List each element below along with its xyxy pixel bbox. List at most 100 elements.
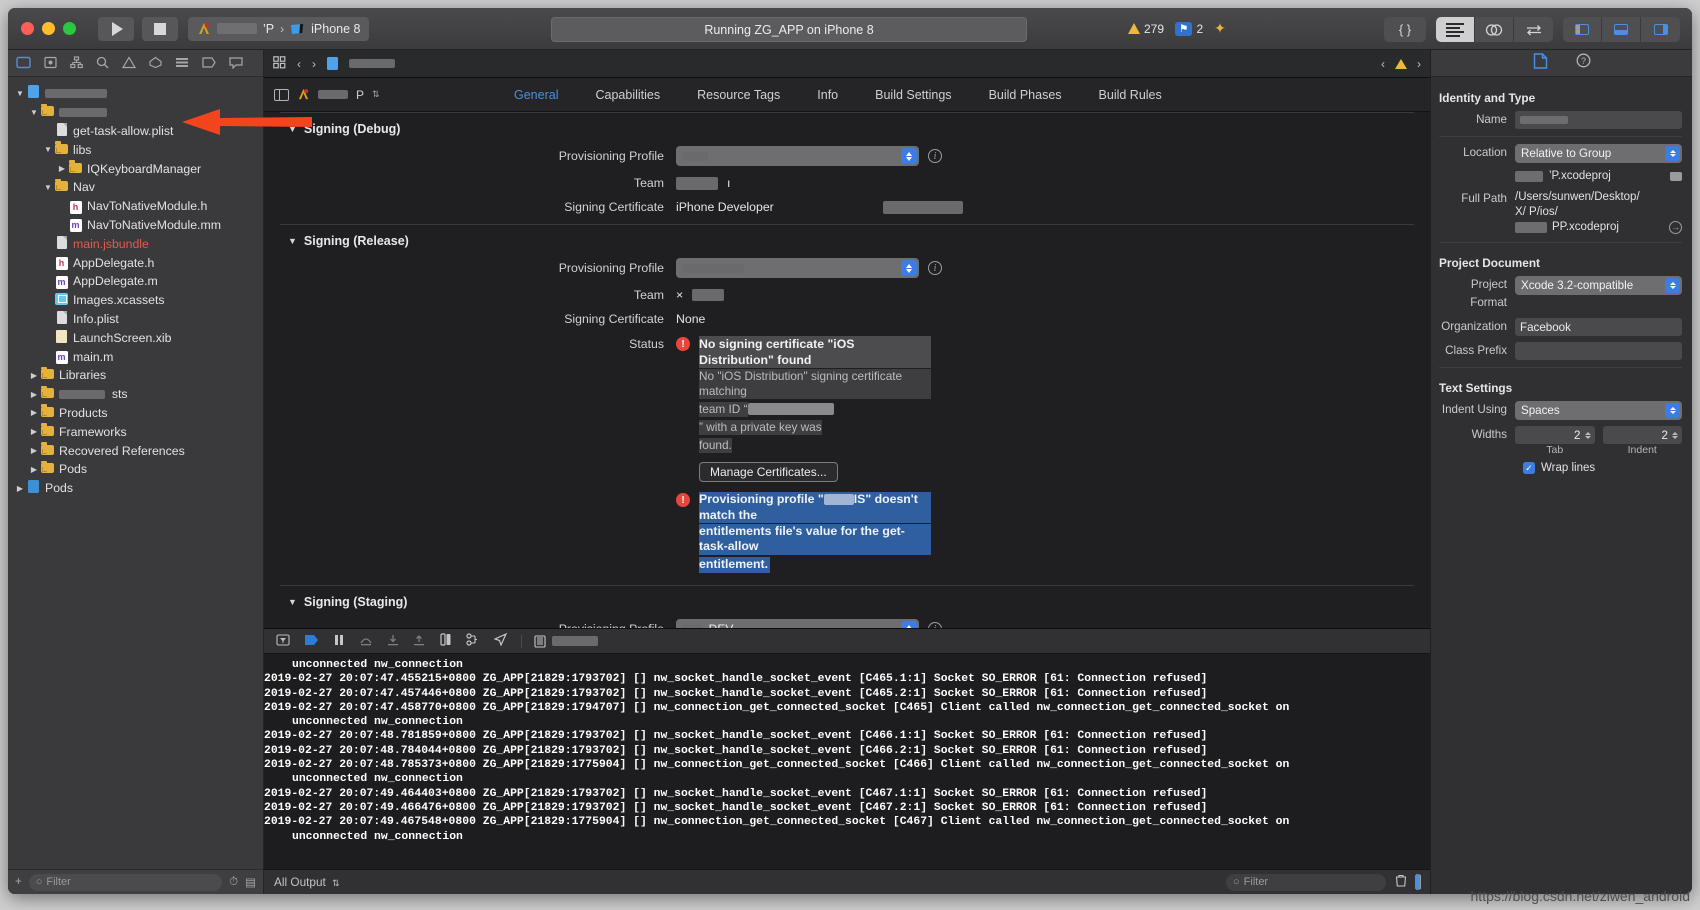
navigator-tab-issue[interactable] (121, 55, 137, 71)
wrap-lines-checkbox[interactable]: ✓ (1523, 462, 1535, 474)
go-forward-button[interactable]: › (312, 57, 316, 71)
inspector-organization-field[interactable]: Facebook (1515, 318, 1682, 336)
info-icon[interactable]: i (928, 149, 942, 163)
navigator-item[interactable]: ▼ (8, 84, 263, 103)
toggle-navigator-button[interactable] (1563, 17, 1602, 42)
navigator-tab-debug[interactable] (175, 56, 189, 71)
thread-selector[interactable] (521, 634, 598, 648)
navigator-item[interactable]: ▼ (8, 103, 263, 122)
disclosure-open-icon[interactable]: ▼ (42, 183, 54, 192)
navigator-tab-report[interactable] (229, 56, 243, 71)
tab-build-settings[interactable]: Build Settings (875, 88, 951, 102)
navigator-item-libraries[interactable]: ▶ Libraries (8, 366, 263, 385)
navigator-item-iqkeyboardmanager[interactable]: ▶ IQKeyboardManager (8, 159, 263, 178)
inspector-location-popup[interactable]: Relative to Group (1515, 144, 1682, 163)
inspector-indent-width-stepper[interactable]: 2 (1602, 426, 1682, 444)
tab-resource-tags[interactable]: Resource Tags (697, 88, 780, 102)
assistant-editor-button[interactable] (1475, 17, 1514, 42)
disclosure-closed-icon[interactable]: ▶ (28, 390, 40, 399)
add-file-icon[interactable]: + (15, 876, 22, 888)
go-back-button[interactable]: ‹ (297, 57, 301, 71)
navigator-item-recovered-references[interactable]: ▶ Recovered References (8, 441, 263, 460)
disclosure-closed-icon[interactable]: ▶ (56, 164, 68, 173)
tab-build-rules[interactable]: Build Rules (1099, 88, 1162, 102)
tab-build-phases[interactable]: Build Phases (989, 88, 1062, 102)
provisioning-profile-popup-debug[interactable] (676, 146, 919, 166)
navigator-tab-test[interactable] (149, 56, 162, 71)
project-editor-content[interactable]: ▼ Signing (Debug) Provisioning Profile i… (264, 112, 1430, 628)
toggle-debug-area-button[interactable] (1602, 17, 1641, 42)
view-debug-icon[interactable] (439, 633, 452, 649)
filter-icon[interactable] (276, 633, 290, 649)
console-filter-input[interactable]: ○ Filter (1226, 873, 1386, 891)
navigator-item-info-plist[interactable]: Info.plist (8, 310, 263, 329)
disclosure-closed-icon[interactable]: ▶ (28, 465, 40, 474)
navigator-item-main-jsbundle[interactable]: main.jsbundle (8, 234, 263, 253)
inspector-indent-using-popup[interactable]: Spaces (1515, 401, 1682, 420)
disclosure-open-icon[interactable]: ▼ (42, 145, 54, 154)
stepper-icon[interactable] (1583, 428, 1593, 442)
toggle-inspector-button[interactable] (1641, 17, 1680, 42)
location-icon[interactable] (493, 632, 508, 649)
section-header-signing-release[interactable]: ▼ Signing (Release) (264, 225, 1430, 256)
inspector-tab-file[interactable] (1533, 52, 1548, 74)
project-navigator-tree[interactable]: ▼ ▼ get-task-allow.plist ▼ libs ▶ IQKeyboardMa… (8, 77, 263, 869)
section-header-signing-debug[interactable]: ▼ Signing (Debug) (264, 113, 1430, 144)
project-target-selector[interactable]: P ⇅ (264, 88, 514, 102)
navigator-tab-breakpoint[interactable] (202, 56, 216, 71)
inspector-tab-quick-help[interactable]: ? (1576, 53, 1591, 73)
navigator-tab-source-control[interactable] (44, 56, 57, 71)
disclosure-closed-icon[interactable]: ▶ (28, 446, 40, 455)
inspector-project-format-popup[interactable]: Xcode 3.2-compatible (1515, 276, 1682, 295)
console-output[interactable]: unconnected nw_connection 2019-02-27 20:0… (264, 654, 1430, 869)
inspector-name-field[interactable] (1515, 111, 1682, 129)
previous-issue-button[interactable]: ‹ (1381, 57, 1385, 71)
pause-icon[interactable] (333, 634, 345, 649)
navigator-item-launchscreen-xib[interactable]: LaunchScreen.xib (8, 328, 263, 347)
memory-graph-icon[interactable] (466, 633, 480, 649)
navigator-item-appdelegate-h[interactable]: h AppDelegate.h (8, 253, 263, 272)
error-badge[interactable]: ⚑ 2 (1175, 21, 1203, 36)
disclosure-open-icon[interactable]: ▼ (28, 108, 40, 117)
reveal-in-finder-icon[interactable]: → (1669, 221, 1682, 234)
tab-general[interactable]: General (514, 88, 558, 102)
console-output-selector[interactable]: All Output ⇅ (274, 875, 340, 889)
navigator-item-pods[interactable]: ▶ Pods (8, 460, 263, 479)
inspector-tab-width-stepper[interactable]: 2 (1515, 426, 1595, 444)
navigator-item-navtonativemodule-h[interactable]: h NavToNativeModule.h (8, 197, 263, 216)
info-icon[interactable]: i (928, 622, 942, 628)
step-over-icon[interactable] (359, 634, 373, 649)
navigator-item-nav[interactable]: ▼ Nav (8, 178, 263, 197)
source-control-filter-icon[interactable]: ▤ (245, 875, 256, 889)
section-header-signing-staging[interactable]: ▼ Signing (Staging) (264, 586, 1430, 617)
run-button[interactable] (98, 16, 134, 41)
related-items-icon[interactable] (273, 55, 286, 72)
step-into-icon[interactable] (387, 634, 399, 649)
disclosure-closed-icon[interactable]: ▶ (28, 408, 40, 417)
navigator-item-get-task-allow-plist[interactable]: get-task-allow.plist (8, 122, 263, 141)
project-sidebar-toggle-icon[interactable] (274, 88, 289, 101)
info-icon[interactable]: i (928, 261, 942, 275)
show-console-view-button[interactable] (1418, 874, 1420, 890)
navigator-item-appdelegate-m[interactable]: m AppDelegate.m (8, 272, 263, 291)
navigator-item-main-m[interactable]: m main.m (8, 347, 263, 366)
provisioning-profile-popup-staging[interactable]: _DEV (676, 619, 919, 628)
navigator-tab-project[interactable] (16, 56, 31, 71)
inspector-row-wrap-lines[interactable]: ✓ Wrap lines (1431, 462, 1682, 474)
version-editor-button[interactable] (1514, 17, 1553, 42)
navigator-item-pods[interactable]: ▶ Pods (8, 479, 263, 498)
disclosure-closed-icon[interactable]: ▶ (14, 484, 26, 493)
tab-info[interactable]: Info (817, 88, 838, 102)
manage-certificates-button[interactable]: Manage Certificates... (699, 462, 838, 482)
stop-button[interactable] (142, 16, 178, 41)
disclosure-triangle-icon[interactable]: ▼ (288, 236, 297, 246)
warning-badge[interactable]: 279 (1128, 22, 1164, 36)
minimize-window-button[interactable] (42, 22, 55, 35)
navigator-item-navtonativemodule-mm[interactable]: m NavToNativeModule.mm (8, 216, 263, 235)
tab-capabilities[interactable]: Capabilities (595, 88, 660, 102)
navigator-tab-symbol[interactable] (70, 55, 83, 71)
navigator-filter-input[interactable]: ○ Filter (28, 873, 223, 891)
navigator-tab-find[interactable] (96, 56, 109, 71)
library-button[interactable]: { } (1384, 17, 1426, 42)
stepper-icon[interactable] (1670, 428, 1680, 442)
